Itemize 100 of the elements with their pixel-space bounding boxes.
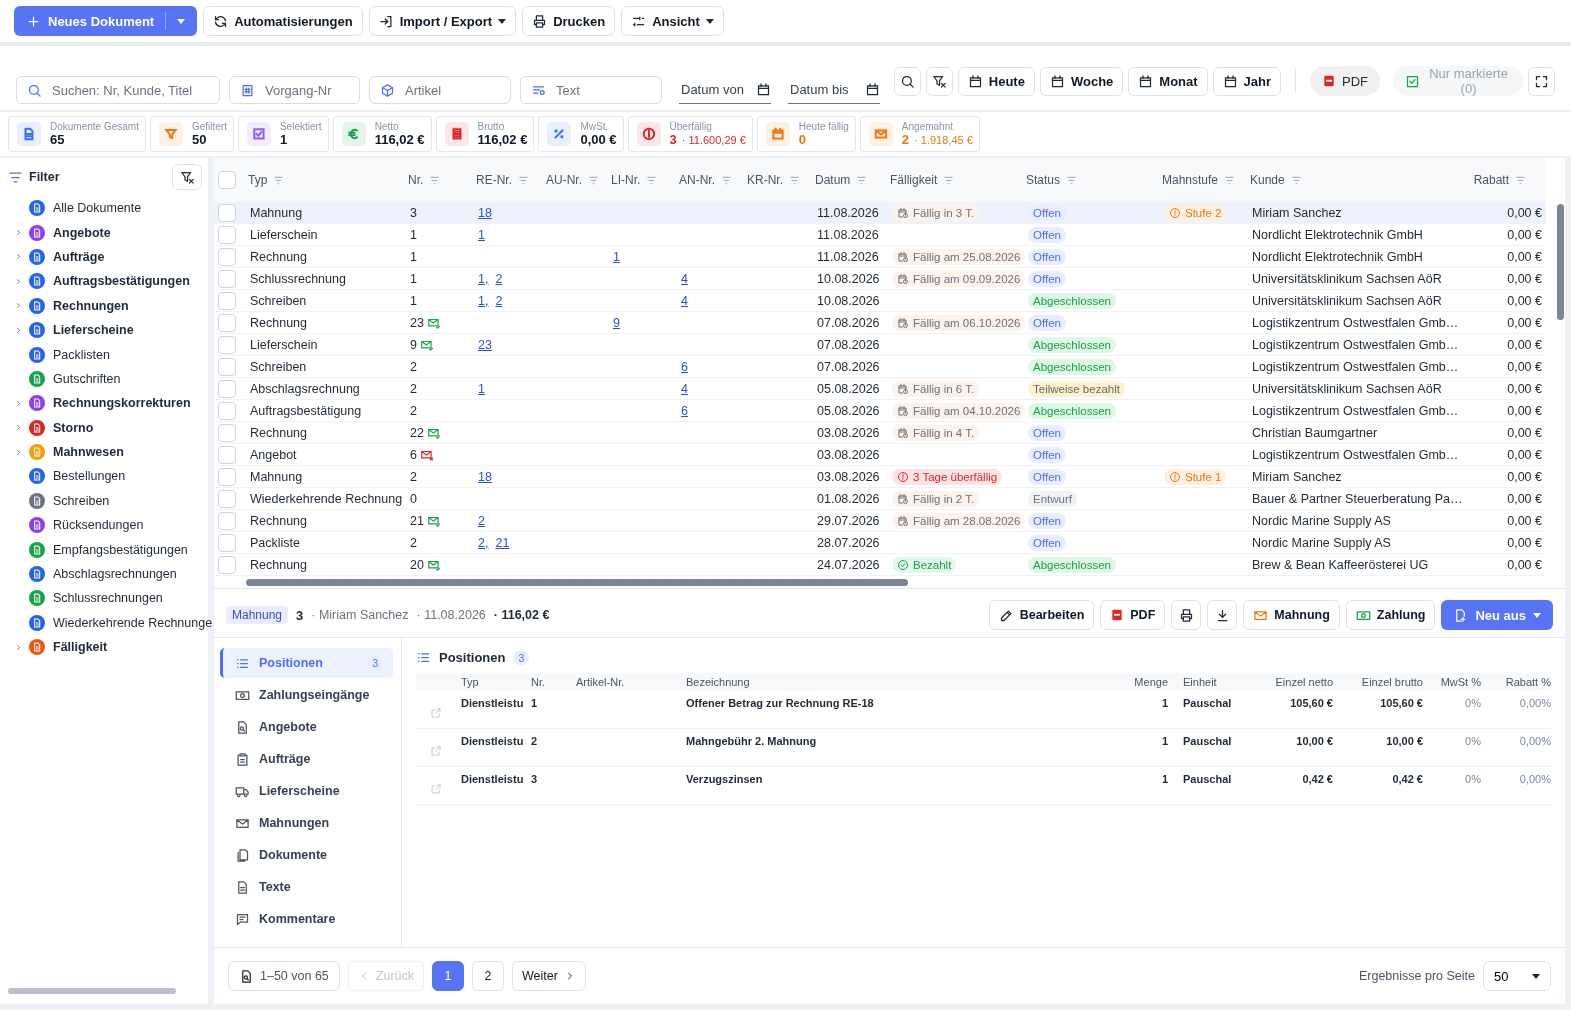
table-row[interactable]: Mahnung 2 18 03.08.2026 3 Tage überfällig Offen Stufe 1 Miriam Sanchez 0,00 € — [214, 466, 1546, 488]
filter-icon[interactable] — [588, 174, 599, 186]
date-input[interactable]: Datum von — [679, 81, 756, 98]
link-out-icon[interactable] — [430, 745, 442, 757]
row-checkbox[interactable] — [218, 203, 236, 222]
row-checkbox[interactable] — [218, 291, 236, 310]
document-link[interactable]: 9 — [613, 315, 620, 330]
document-link[interactable]: 1, — [478, 271, 489, 286]
row-checkbox[interactable] — [218, 335, 236, 354]
column-header[interactable]: Datum — [815, 173, 851, 187]
table-row[interactable]: Rechnung 20 24.07.2026 Bezahlt Abgeschlossen Brew & Bean Kaffeerösterei UG 0,00 € — [214, 554, 1546, 576]
period-button[interactable]: Jahr — [1212, 66, 1282, 96]
clear-filter-button[interactable] — [172, 164, 202, 190]
table-row[interactable]: Schreiben 2 6 07.08.2026 Abgeschlossen Logistikzentrum Ostwestfalen Gmb… 0,00 € — [214, 356, 1546, 378]
detail-tab[interactable]: Positionen 3 — [220, 648, 393, 678]
toolbar-button[interactable]: Import / Export — [368, 6, 517, 36]
column-header[interactable]: Fälligkeit — [890, 173, 938, 187]
sidebar-item[interactable]: Rücksendungen — [0, 513, 208, 538]
action-button[interactable]: Mahnung — [1243, 600, 1340, 630]
per-page-select[interactable]: 50 — [1483, 961, 1551, 991]
sidebar-item[interactable]: Mahnwesen — [0, 439, 208, 465]
filter-icon[interactable] — [943, 174, 955, 186]
table-row[interactable]: Schlussrechnung 1 1, 2 4 10.08.2026 Fällig am 09.09.2026 Offen Universitätsklinikum Sachsen AöR 0,00 € — [214, 268, 1546, 290]
table-row[interactable]: Lieferschein 1 1 11.08.2026 Offen Nordlicht Elektrotechnik GmbH 0,00 € — [214, 224, 1546, 246]
date-field[interactable]: Datum von — [679, 76, 771, 104]
date-input[interactable]: Datum bis — [788, 81, 865, 98]
table-row[interactable]: Lieferschein 9 23 07.08.2026 Abgeschlossen Logistikzentrum Ostwestfalen Gmb… 0,00 € — [214, 334, 1546, 356]
detail-tab[interactable]: Kommentare — [220, 904, 393, 934]
table-row[interactable]: Abschlagsrechnung 2 1 4 05.08.2026 Fällig in 6 T. Teilweise bezahlt Universitätsklinikum Sachsen AöR 0,00 € — [214, 378, 1546, 400]
sidebar-item[interactable]: Auftragsbestätigungen — [0, 269, 208, 294]
sidebar-item[interactable]: Storno — [0, 415, 208, 440]
link-out-icon[interactable] — [430, 707, 442, 719]
column-header[interactable]: AN-Nr. — [679, 173, 715, 187]
row-checkbox[interactable] — [218, 467, 236, 486]
column-header[interactable]: KR-Nr. — [747, 173, 783, 187]
action-button[interactable]: Zahlung — [1345, 600, 1436, 630]
document-link[interactable]: 2 — [495, 271, 503, 286]
column-header[interactable]: LI-Nr. — [611, 173, 641, 187]
scrollbar-thumb[interactable] — [246, 579, 908, 586]
document-link[interactable]: 18 — [478, 469, 492, 484]
document-link[interactable]: 1 — [478, 381, 485, 396]
row-checkbox[interactable] — [218, 225, 236, 244]
row-checkbox[interactable] — [218, 489, 236, 508]
action-button[interactable] — [1171, 600, 1202, 630]
document-link[interactable]: 18 — [478, 205, 492, 220]
date-field[interactable]: Datum bis — [788, 76, 880, 104]
sidebar-item[interactable]: Alle Dokumente — [0, 196, 208, 221]
document-link[interactable]: 2, — [478, 535, 489, 550]
document-link[interactable]: 21 — [495, 535, 510, 550]
period-button[interactable]: Heute — [957, 66, 1035, 96]
detail-tab[interactable]: Angebote — [220, 712, 393, 742]
table-row[interactable]: Schreiben 1 1, 2 4 10.08.2026 Abgeschlossen Universitätsklinikum Sachsen AöR 0,00 € — [214, 290, 1546, 312]
detail-tab[interactable]: Mahnungen — [220, 808, 393, 838]
detail-tab[interactable]: Texte — [220, 872, 393, 902]
row-checkbox[interactable] — [218, 423, 236, 442]
row-checkbox[interactable] — [218, 269, 236, 288]
sidebar-item[interactable]: Fälligkeit — [0, 635, 208, 660]
sidebar-item[interactable]: Rechnungskorrekturen — [0, 391, 208, 416]
filter-field[interactable]: Suchen: Nr, Kunde, Titel — [16, 76, 220, 104]
filter-field[interactable]: Vorgang-Nr — [229, 76, 360, 104]
document-link[interactable]: 4 — [681, 381, 688, 396]
column-header[interactable]: Typ — [248, 173, 268, 187]
filter-input[interactable]: Artikel — [403, 81, 500, 99]
row-checkbox[interactable] — [218, 445, 236, 464]
column-header[interactable]: Nr. — [408, 173, 424, 187]
table-row[interactable]: Rechnung 21 2 29.07.2026 Fällig am 28.08.2026 Offen Nordic Marine Supply AS 0,00 € — [214, 510, 1546, 532]
row-checkbox[interactable] — [218, 511, 236, 530]
sidebar-item[interactable]: Gutschriften — [0, 366, 208, 392]
row-checkbox[interactable] — [218, 379, 236, 398]
document-link[interactable]: 2 — [495, 293, 503, 308]
page-button[interactable]: 2 — [472, 961, 504, 991]
document-link[interactable]: 4 — [681, 293, 688, 308]
column-header[interactable]: AU-Nr. — [546, 173, 582, 187]
filter-icon[interactable] — [1224, 174, 1236, 186]
search-button[interactable] — [894, 66, 921, 96]
column-header[interactable]: RE-Nr. — [476, 173, 512, 187]
fullscreen-button[interactable] — [1528, 66, 1555, 96]
document-link[interactable]: 1, — [478, 293, 489, 308]
detail-tab[interactable]: Lieferscheine — [220, 776, 393, 806]
document-link[interactable]: 23 — [478, 337, 492, 352]
filter-icon[interactable] — [789, 174, 800, 186]
row-checkbox[interactable] — [218, 313, 236, 332]
action-button[interactable] — [1207, 600, 1238, 630]
filter-icon[interactable] — [721, 174, 732, 186]
filter-input[interactable]: Suchen: Nr, Kunde, Titel — [50, 81, 209, 99]
filter-icon[interactable] — [429, 174, 441, 186]
sidebar-item[interactable]: Angebote — [0, 220, 208, 245]
table-row[interactable]: Angebot 6 03.08.2026 Offen Logistikzentrum Ostwestfalen Gmb… 0,00 € — [214, 444, 1546, 466]
sidebar-item[interactable]: Empfangsbestätigungen — [0, 537, 208, 562]
filter-field[interactable]: Text — [520, 76, 662, 104]
page-button[interactable]: 1 — [432, 961, 464, 991]
row-checkbox[interactable] — [218, 533, 236, 552]
sidebar-item[interactable]: Schlussrechnungen — [0, 586, 208, 611]
select-all-checkbox[interactable] — [218, 171, 236, 189]
table-row[interactable]: Mahnung 3 18 11.08.2026 Fällig in 3 T. Offen Stufe 2 Miriam Sanchez 0,00 € — [214, 202, 1546, 224]
sidebar-item[interactable]: Lieferscheine — [0, 317, 208, 343]
new-from-button[interactable]: Neu aus — [1441, 600, 1553, 630]
next-button[interactable]: Weiter — [512, 961, 586, 991]
table-row[interactable]: Rechnung 1 1 11.08.2026 Fällig am 25.08.2026 Offen Nordlicht Elektrotechnik GmbH 0,00 € — [214, 246, 1546, 268]
link-out-icon[interactable] — [430, 783, 442, 795]
